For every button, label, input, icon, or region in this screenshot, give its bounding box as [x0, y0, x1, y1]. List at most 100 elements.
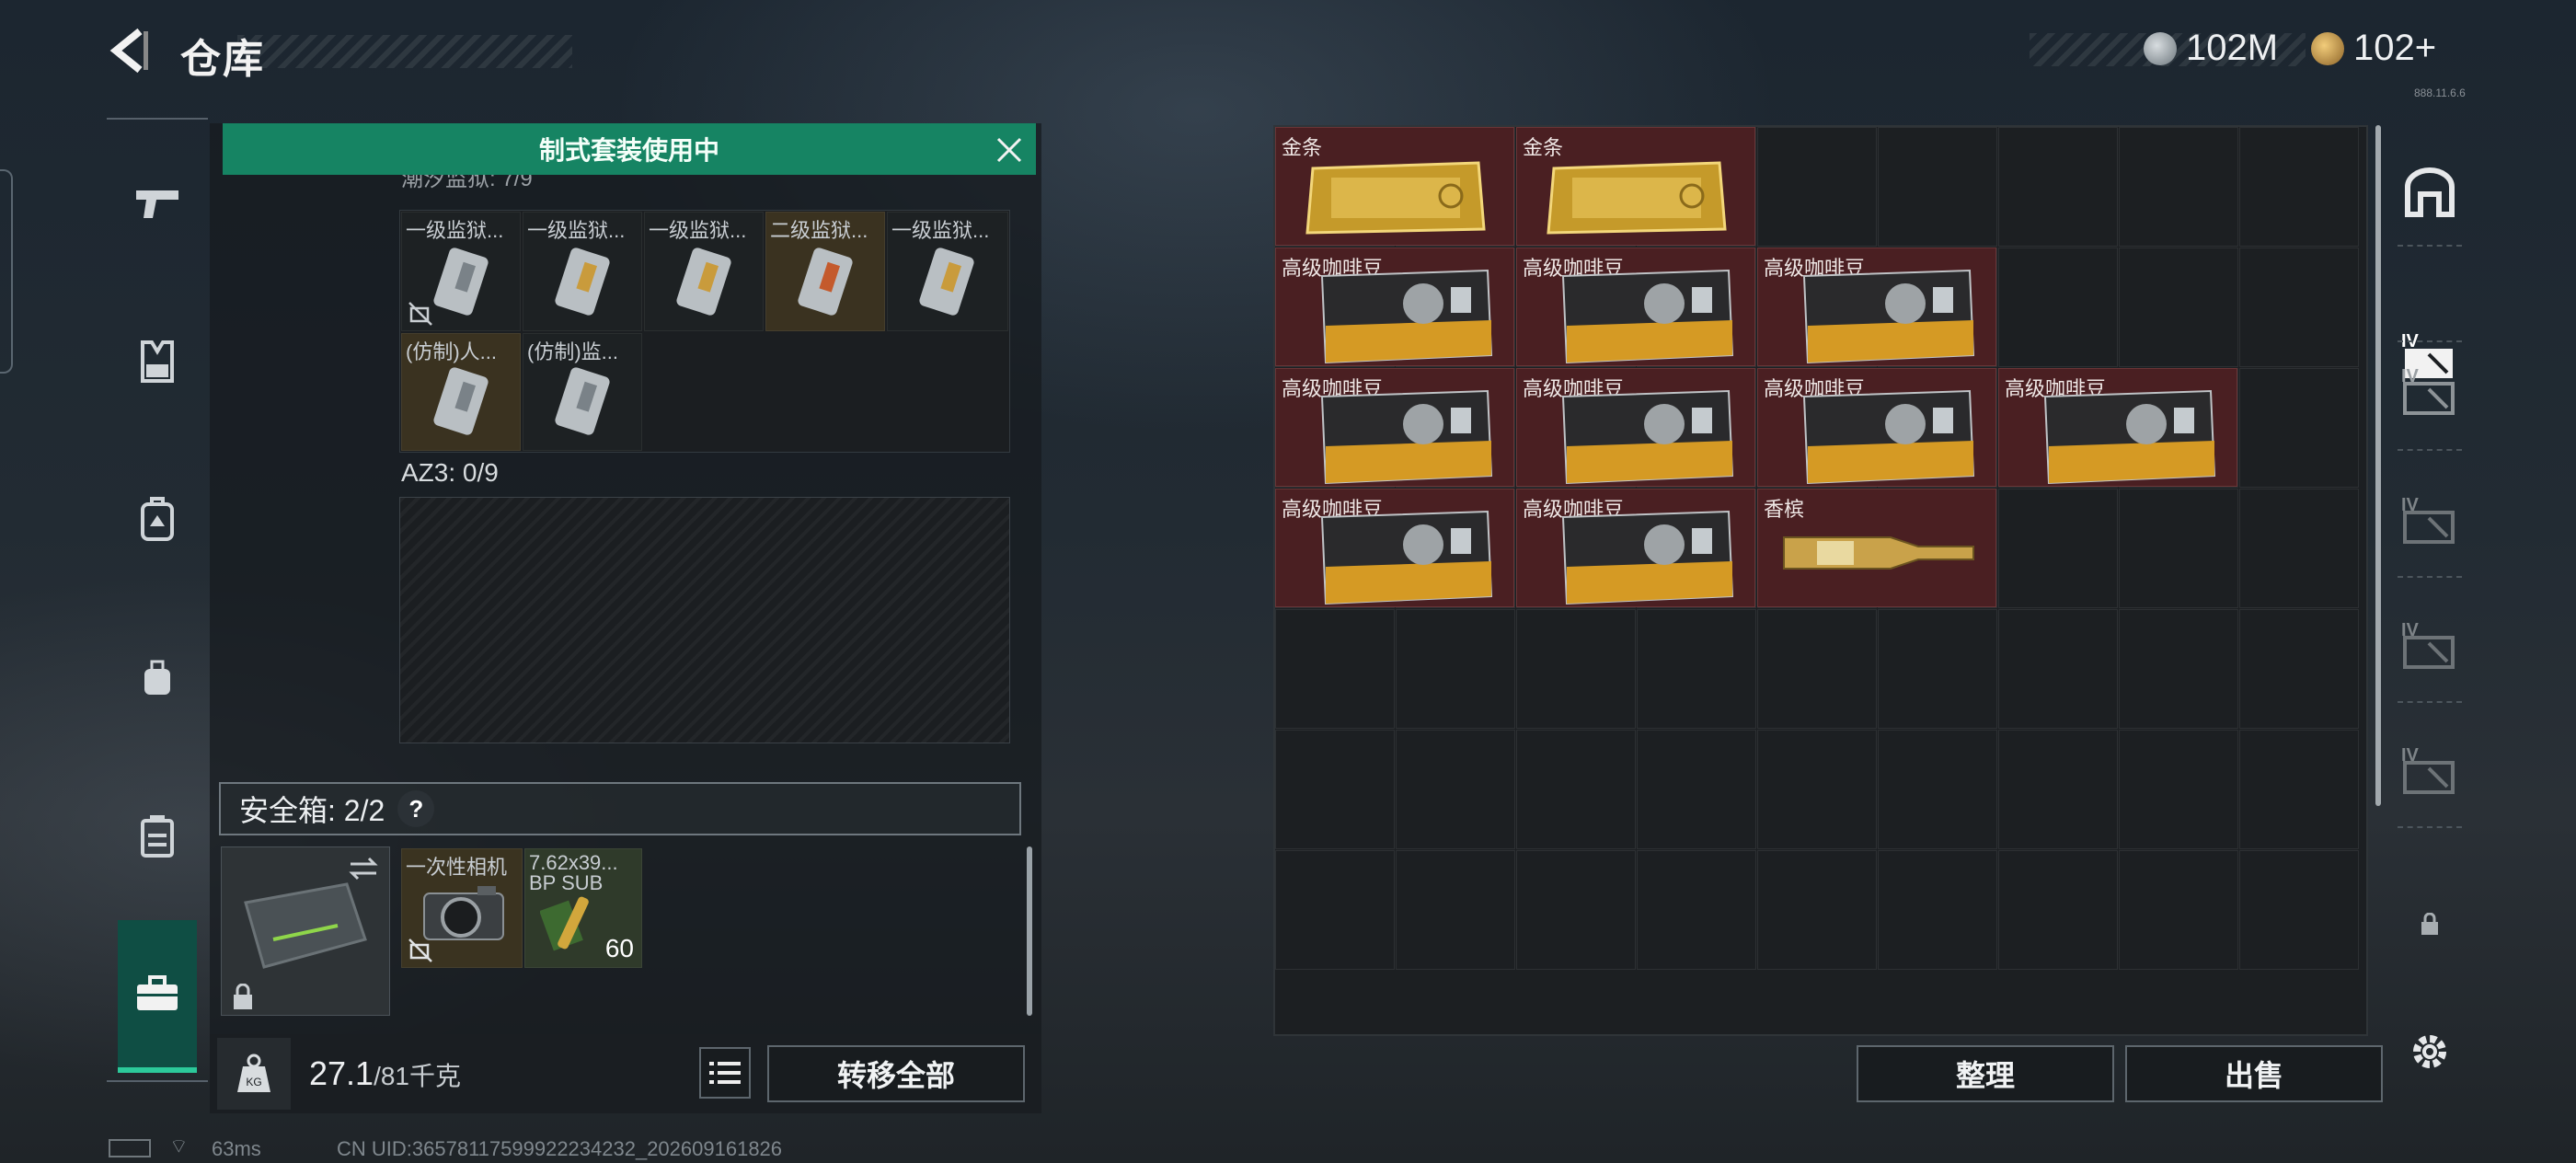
stash-item-coffee[interactable]: 高级咖啡豆: [1275, 248, 1514, 366]
safe-box-container[interactable]: [221, 846, 390, 1016]
stash-item-coffee[interactable]: 高级咖啡豆: [1516, 489, 1755, 607]
gold-bar-icon: [1547, 161, 1727, 235]
gold-bar-icon: [1305, 161, 1486, 235]
keycard-icon: [919, 248, 974, 316]
keycard-icon: [555, 248, 610, 316]
toolbox-icon: [137, 975, 178, 1010]
stash-tab-3[interactable]: IV: [2388, 484, 2471, 567]
list-item[interactable]: 一级监狱...: [887, 212, 1008, 331]
currency-triangle-value: 102+: [2353, 28, 2437, 68]
lock-icon: [234, 984, 252, 1009]
sell-button[interactable]: 出售: [2125, 1045, 2383, 1102]
tab-tier-label: IV: [2401, 745, 2419, 766]
list-item[interactable]: 一级监狱...: [523, 212, 642, 331]
stash-home-icon[interactable]: [2388, 151, 2471, 234]
backpack-icon[interactable]: [118, 480, 197, 559]
coffee-bag-icon: [1561, 389, 1734, 485]
stash-tab-5[interactable]: IV: [2388, 734, 2471, 817]
currency-hafu-value: 102M: [2186, 28, 2279, 68]
item-label: 一次性相机: [406, 856, 508, 879]
help-icon[interactable]: ?: [397, 790, 435, 827]
swap-icon[interactable]: [347, 855, 380, 882]
wifi-icon: ⌔: [169, 1134, 189, 1157]
safe-box-header: 安全箱: 2/2 ?: [219, 782, 1021, 835]
edge-handle: [0, 169, 13, 374]
triangle-coin-icon: [2311, 31, 2344, 65]
list-item[interactable]: (仿制)监...: [523, 333, 642, 451]
svg-text:KG: KG: [246, 1076, 261, 1088]
coffee-bag-icon: [1802, 269, 1975, 364]
title-decoration: [237, 35, 572, 68]
stash-tab-4[interactable]: IV: [2388, 609, 2471, 692]
page-title: 仓库: [180, 37, 265, 82]
safe-item-camera[interactable]: 一次性相机: [401, 848, 523, 968]
coffee-bag-icon: [1320, 389, 1493, 485]
stash-item-coffee[interactable]: 高级咖啡豆: [1275, 368, 1514, 487]
ammo-icon: [540, 896, 589, 951]
safe-case-icon: [244, 882, 367, 969]
organize-button[interactable]: 整理: [1857, 1045, 2114, 1102]
stash-item-coffee[interactable]: 高级咖啡豆: [1757, 368, 1996, 487]
list-item[interactable]: 二级监狱...: [765, 212, 885, 331]
item-label: 香槟: [1764, 498, 1805, 521]
keycard-icon: [433, 248, 489, 316]
currency-hafu: 102M: [2144, 28, 2278, 69]
stash-item-coffee[interactable]: 高级咖啡豆: [1275, 489, 1514, 607]
weight-max: /81千克: [374, 1062, 462, 1090]
keycard-icon: [676, 248, 731, 316]
keycard-icon: [798, 248, 853, 316]
transfer-all-button[interactable]: 转移全部: [767, 1045, 1025, 1102]
stash-tabs: IV IV IV IV IV: [2388, 125, 2471, 1113]
coffee-bag-icon: [1802, 389, 1975, 485]
tab-tier-label: IV: [2401, 366, 2419, 386]
currency-triangle[interactable]: 102+: [2311, 28, 2436, 69]
list-item[interactable]: 一级监狱...: [644, 212, 764, 331]
stash-item-gold[interactable]: 金条: [1516, 127, 1755, 246]
az3-label: AZ3: 0/9: [401, 458, 499, 487]
safe-box-tab[interactable]: [118, 920, 197, 1073]
list-item[interactable]: 一级监狱...: [401, 212, 521, 331]
hafu-coin-icon: [2144, 31, 2177, 65]
stash-item-champagne[interactable]: 香槟: [1757, 489, 1996, 607]
list-item[interactable]: (仿制)人...: [401, 333, 521, 451]
weight-current: 27.1: [309, 1054, 374, 1092]
camera-icon: [423, 886, 504, 940]
tab-tier-label: IV: [2401, 495, 2419, 515]
battery-icon: [109, 1139, 151, 1157]
case-icon[interactable]: [118, 797, 197, 876]
safe-box-label: 安全箱: 2/2: [239, 794, 385, 827]
weapon-slot-icon[interactable]: [118, 164, 197, 243]
panel-scrollbar[interactable]: [1027, 846, 1032, 1016]
az3-grid[interactable]: [399, 497, 1010, 743]
coffee-bag-icon: [1320, 510, 1493, 605]
chest-rig-icon[interactable]: [118, 322, 197, 401]
stash-tab-2[interactable]: IV: [2388, 355, 2471, 438]
weight-readout: 27.1 /81千克: [309, 1054, 461, 1093]
pouch-icon[interactable]: [118, 639, 197, 718]
ammo-count: 60: [604, 934, 634, 962]
coffee-bag-icon: [1561, 269, 1734, 364]
standard-kit-banner: 制式套装使用中: [223, 123, 1036, 175]
coffee-bag-icon: [1320, 269, 1493, 364]
safe-item-ammo[interactable]: 7.62x39... BP SUB 60: [524, 848, 642, 968]
close-icon[interactable]: [988, 129, 1030, 171]
stash-lock-icon[interactable]: [2388, 883, 2471, 966]
list-view-button[interactable]: [699, 1047, 751, 1099]
stash-item-coffee[interactable]: 高级咖啡豆: [1516, 248, 1755, 366]
stash-item-coffee[interactable]: 高级咖啡豆: [1516, 368, 1755, 487]
stash-items: 金条 金条 高级咖啡豆 高级咖啡豆 高级咖啡豆 高级咖啡豆 高级咖啡豆 高级咖啡豆 高级咖啡豆高…: [1275, 127, 2361, 1034]
coffee-bag-icon: [1561, 510, 1734, 605]
uid-readout: CN UID:3657811759992223423​2_20260916182…: [337, 1137, 783, 1160]
version-label: 888.11.6.6: [2414, 86, 2466, 99]
stash-item-coffee[interactable]: 高级咖啡豆: [1757, 248, 1996, 366]
stash-scrollbar[interactable]: [2375, 125, 2381, 806]
stash-item-coffee[interactable]: 高级咖啡豆: [1998, 368, 2237, 487]
weight-icon: KG: [217, 1038, 291, 1110]
back-button[interactable]: [101, 18, 156, 83]
coffee-bag-icon: [2043, 389, 2216, 485]
tab-tier-label: IV: [2401, 620, 2419, 640]
no-trade-icon: [408, 302, 432, 326]
keycard-icon: [555, 367, 610, 435]
settings-gear-icon[interactable]: [2388, 1010, 2471, 1093]
stash-item-gold[interactable]: 金条: [1275, 127, 1514, 246]
